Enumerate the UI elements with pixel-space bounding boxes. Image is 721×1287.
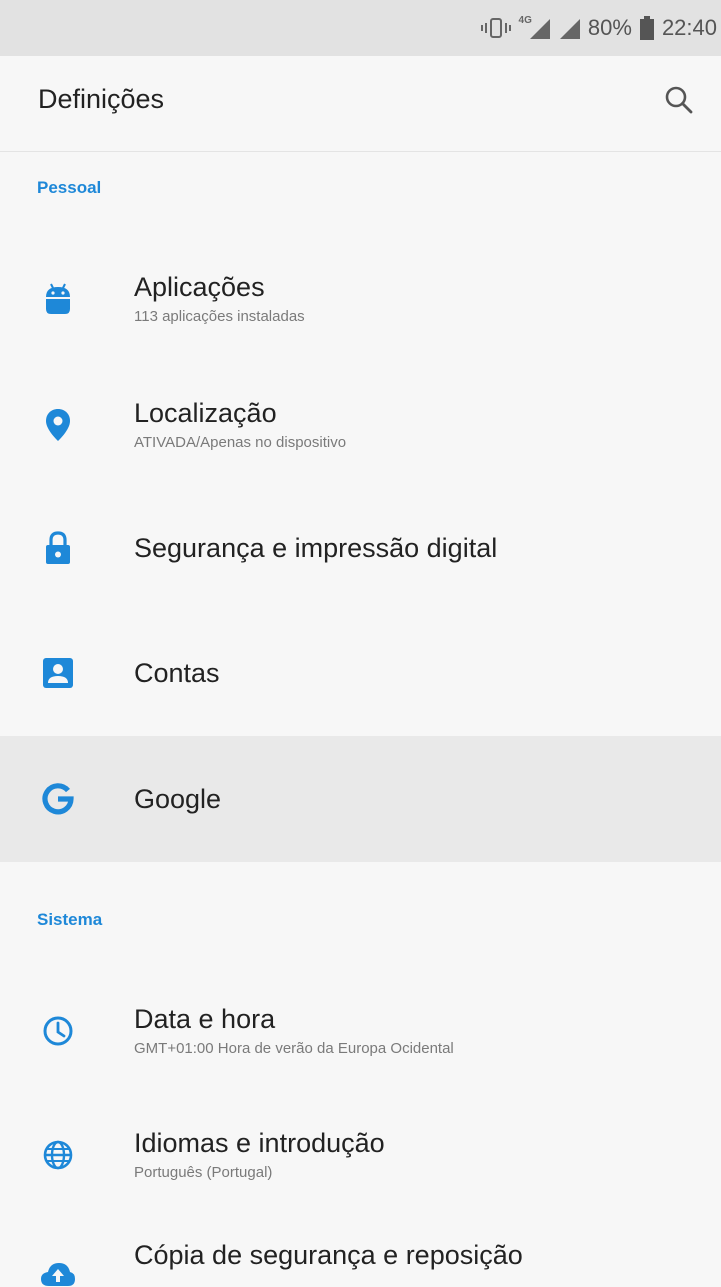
item-text: Segurança e impressão digital xyxy=(134,531,497,565)
section-header-pessoal: Pessoal xyxy=(37,178,102,197)
settings-item-google[interactable]: Google xyxy=(0,736,721,862)
cloud-upload-icon xyxy=(36,1252,80,1287)
network-type-label: 4G xyxy=(518,14,532,26)
vibrate-icon xyxy=(480,17,511,39)
mobile-data-icon: 4G xyxy=(518,14,550,39)
android-icon xyxy=(36,277,80,321)
search-icon xyxy=(664,85,694,120)
app-bar: Definições xyxy=(0,56,721,152)
item-title: Contas xyxy=(134,658,220,688)
settings-item-aplicacoes[interactable]: Aplicações 113 aplicações instaladas xyxy=(0,236,721,362)
item-title: Idiomas e introdução xyxy=(134,1128,385,1158)
settings-item-copia-seguranca[interactable]: Cópia de segurança e reposição xyxy=(0,1210,721,1287)
search-button[interactable] xyxy=(659,82,699,122)
status-bar: 4G 80% 22:40 xyxy=(0,0,721,56)
item-title: Cópia de segurança e reposição xyxy=(134,1240,523,1270)
lock-icon xyxy=(36,526,80,570)
settings-item-seguranca[interactable]: Segurança e impressão digital xyxy=(0,485,721,611)
location-pin-icon xyxy=(36,403,80,447)
google-icon xyxy=(36,777,80,821)
item-subtitle: ATIVADA/Apenas no dispositivo xyxy=(134,434,347,451)
item-text: Localização ATIVADA/Apenas no dispositiv… xyxy=(134,396,346,454)
item-text: Aplicações 113 aplicações instaladas xyxy=(134,270,305,328)
globe-icon xyxy=(36,1133,80,1177)
clock-icon xyxy=(36,1009,80,1053)
settings-screen: 4G 80% 22:40 Definições Pessoal Aplicaçõ… xyxy=(0,0,721,1287)
battery-icon xyxy=(639,16,654,40)
status-time: 22:40 xyxy=(661,15,717,40)
settings-item-localizacao[interactable]: Localização ATIVADA/Apenas no dispositiv… xyxy=(0,362,721,488)
item-text: Cópia de segurança e reposição xyxy=(134,1238,523,1272)
item-title: Google xyxy=(134,784,222,814)
signal-icon xyxy=(558,17,580,39)
item-subtitle: 113 aplicações instaladas xyxy=(134,308,305,325)
item-title: Aplicações xyxy=(134,272,265,302)
section-header-sistema: Sistema xyxy=(37,910,103,929)
item-title: Segurança e impressão digital xyxy=(134,533,498,563)
account-box-icon xyxy=(36,651,80,695)
item-text: Contas xyxy=(134,656,220,690)
item-text: Idiomas e introdução Português (Portugal… xyxy=(134,1126,385,1184)
item-text: Data e hora GMT+01:00 Hora de verão da E… xyxy=(134,1002,454,1060)
settings-item-data-hora[interactable]: Data e hora GMT+01:00 Hora de verão da E… xyxy=(0,968,721,1094)
item-subtitle: Português (Portugal) xyxy=(134,1164,273,1181)
settings-item-idiomas[interactable]: Idiomas e introdução Português (Portugal… xyxy=(0,1092,721,1218)
status-bar-icons: 4G 80% 22:40 xyxy=(480,0,717,56)
page-title: Definições xyxy=(38,84,165,114)
item-title: Data e hora xyxy=(134,1004,276,1034)
battery-percent: 80% xyxy=(587,15,632,40)
item-text: Google xyxy=(134,782,221,816)
settings-item-contas[interactable]: Contas xyxy=(0,610,721,736)
item-subtitle: GMT+01:00 Hora de verão da Europa Ociden… xyxy=(134,1040,454,1057)
item-title: Localização xyxy=(134,398,277,428)
